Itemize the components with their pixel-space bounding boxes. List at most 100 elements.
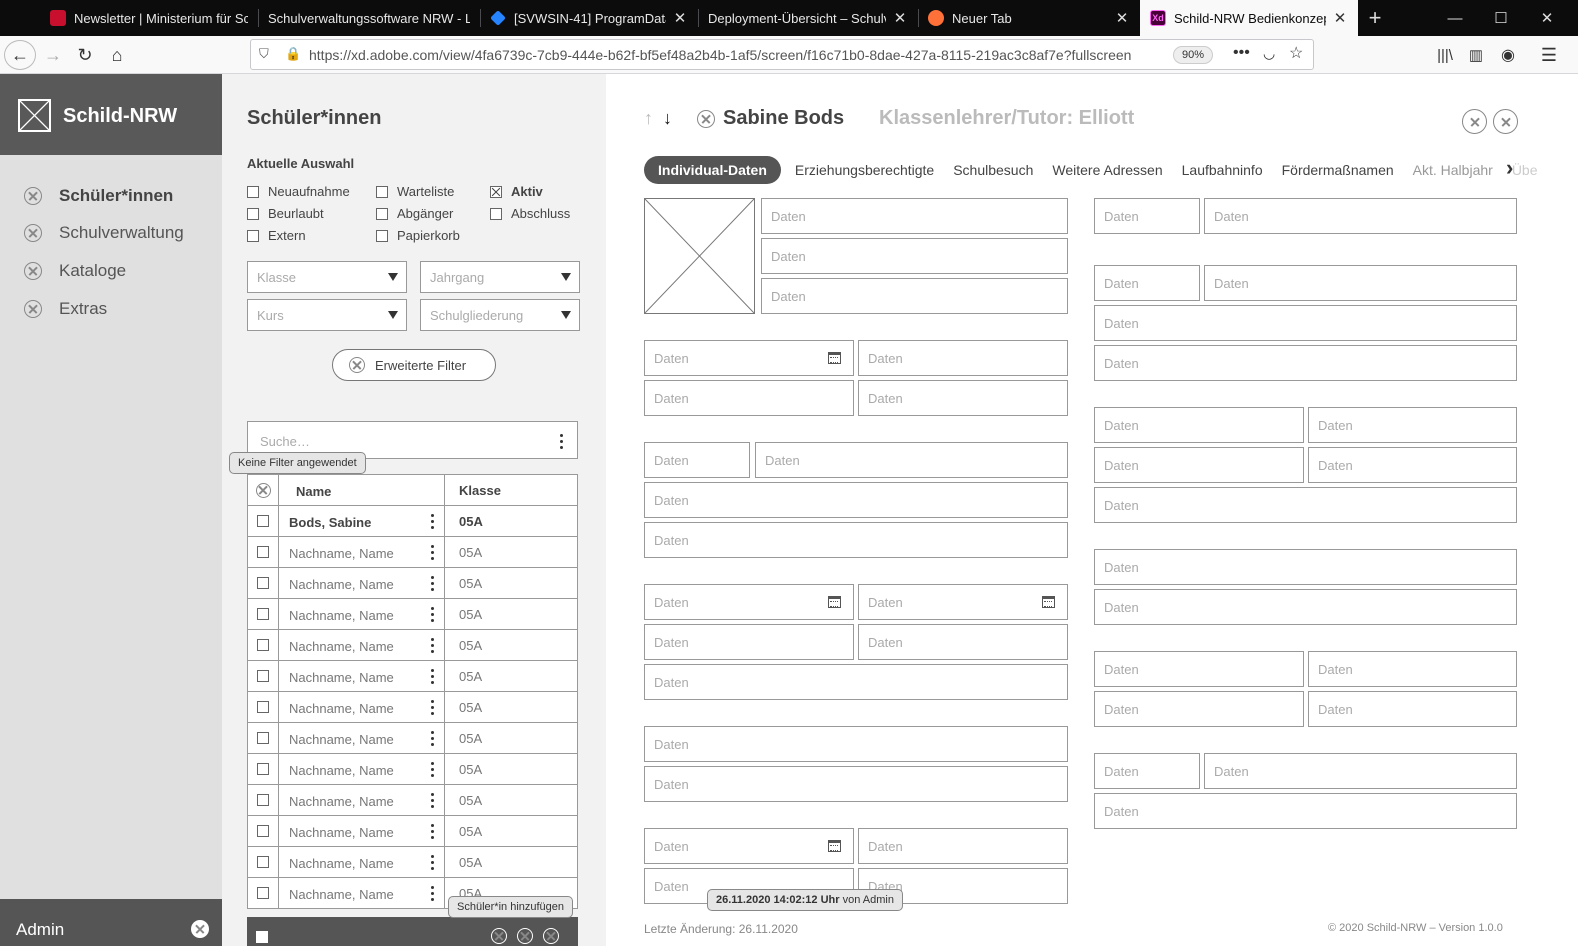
browser-tab[interactable]: [SVWSIN-41] ProgramData kor ✕ <box>480 0 698 36</box>
data-field[interactable]: Daten <box>644 380 854 416</box>
data-field[interactable]: Daten <box>1094 549 1517 585</box>
table-row[interactable]: Nachname, Name 05A <box>247 847 578 878</box>
data-field[interactable]: Daten <box>858 624 1068 660</box>
table-row[interactable]: Bods, Sabine 05A <box>247 506 578 537</box>
date-field[interactable]: Daten <box>644 584 854 620</box>
data-field[interactable]: Daten <box>644 766 1068 802</box>
data-field[interactable]: Daten <box>1308 691 1517 727</box>
data-field[interactable]: Daten <box>1094 793 1517 829</box>
checkbox[interactable] <box>376 207 388 220</box>
forward-button[interactable]: → <box>38 40 68 70</box>
user-bar[interactable]: Admin <box>0 899 222 946</box>
row-checkbox[interactable] <box>257 639 269 651</box>
data-field[interactable]: Daten <box>1308 407 1517 443</box>
library-icon[interactable]: |||\ <box>1430 40 1460 70</box>
data-field[interactable]: Daten <box>644 726 1068 762</box>
date-field[interactable]: Daten <box>644 340 854 376</box>
data-field[interactable]: Daten <box>858 828 1068 864</box>
user-action-icon[interactable] <box>191 920 209 938</box>
jahrgang-select[interactable]: Jahrgang <box>420 261 580 293</box>
table-row[interactable]: Nachname, Name 05A <box>247 692 578 723</box>
lock-icon[interactable]: 🔒 <box>285 46 301 62</box>
tab-schulbesuch[interactable]: Schulbesuch <box>953 162 1033 178</box>
row-checkbox[interactable] <box>257 701 269 713</box>
row-menu-icon[interactable] <box>431 700 435 715</box>
more-options-icon[interactable] <box>560 434 564 449</box>
row-menu-icon[interactable] <box>431 638 435 653</box>
row-checkbox[interactable] <box>257 732 269 744</box>
bookmark-star-icon[interactable]: ☆ <box>1289 43 1303 63</box>
data-field[interactable]: Daten <box>761 198 1068 234</box>
checkbox[interactable] <box>490 207 502 220</box>
shield-icon[interactable]: ⛉ <box>259 46 269 62</box>
pocket-icon[interactable]: ◡ <box>1263 45 1275 62</box>
close-tab-icon[interactable]: ✕ <box>672 9 688 27</box>
advanced-filter-button[interactable]: Erweiterte Filter <box>332 349 496 381</box>
browser-tab[interactable]: Schulverwaltungssoftware NRW - L <box>258 0 480 36</box>
checkbox-checked[interactable] <box>490 185 502 198</box>
sidebar-item-extras[interactable]: Extras <box>24 297 107 321</box>
account-icon[interactable]: ◉ <box>1493 40 1523 70</box>
data-field[interactable]: Daten <box>1094 753 1200 789</box>
zoom-level[interactable]: 90% <box>1173 46 1213 64</box>
filter-neuaufnahme[interactable]: Neuaufnahme <box>247 184 350 199</box>
action-icon[interactable] <box>543 928 559 944</box>
row-checkbox[interactable] <box>257 608 269 620</box>
data-field[interactable]: Daten <box>644 522 1068 558</box>
filter-beurlaubt[interactable]: Beurlaubt <box>247 206 324 221</box>
placeholder-icon[interactable] <box>255 482 271 498</box>
kurs-select[interactable]: Kurs <box>247 299 407 331</box>
table-row[interactable]: Nachname, Name 05A <box>247 785 578 816</box>
data-field[interactable]: Daten <box>1094 407 1304 443</box>
row-menu-icon[interactable] <box>431 731 435 746</box>
browser-tab-active[interactable]: Xd Schild-NRW Bedienkonzept ✕ <box>1140 0 1358 36</box>
data-field[interactable]: Daten <box>1308 651 1517 687</box>
sidebar-item-schulverwaltung[interactable]: Schulverwaltung <box>24 221 184 245</box>
tab-weitere-adressen[interactable]: Weitere Adressen <box>1052 162 1162 178</box>
data-field[interactable]: Daten <box>1094 305 1517 341</box>
select-all-checkbox[interactable] <box>256 931 268 943</box>
data-field[interactable]: Daten <box>858 380 1068 416</box>
close-icon[interactable] <box>1493 109 1518 134</box>
table-row[interactable]: Nachname, Name 05A <box>247 630 578 661</box>
checkbox[interactable] <box>247 229 259 242</box>
row-menu-icon[interactable] <box>431 514 435 529</box>
date-field[interactable]: Daten <box>858 584 1068 620</box>
browser-tab[interactable]: Neuer Tab ✕ <box>918 0 1140 36</box>
data-field[interactable]: Daten <box>644 624 854 660</box>
data-field[interactable]: Daten <box>1094 198 1200 234</box>
tab-laufbahninfo[interactable]: Laufbahninfo <box>1182 162 1263 178</box>
data-field[interactable]: Daten <box>1094 651 1304 687</box>
row-menu-icon[interactable] <box>431 669 435 684</box>
table-row[interactable]: Nachname, Name 05A <box>247 537 578 568</box>
data-field[interactable]: Daten <box>755 442 1068 478</box>
row-checkbox[interactable] <box>257 515 269 527</box>
checkbox[interactable] <box>376 229 388 242</box>
column-header-klasse[interactable]: Klasse <box>444 475 579 505</box>
checkbox[interactable] <box>247 185 259 198</box>
table-row[interactable]: Nachname, Name 05A <box>247 723 578 754</box>
date-field[interactable]: Daten <box>644 828 854 864</box>
data-field[interactable]: Daten <box>1204 753 1517 789</box>
row-menu-icon[interactable] <box>431 607 435 622</box>
home-icon[interactable]: ⌂ <box>102 40 132 70</box>
chevron-right-icon[interactable]: › <box>1506 155 1513 181</box>
checkbox[interactable] <box>247 207 259 220</box>
action-icon[interactable] <box>1462 109 1487 134</box>
filter-abgaenger[interactable]: Abgänger <box>376 206 453 221</box>
data-field[interactable]: Daten <box>761 238 1068 274</box>
row-checkbox[interactable] <box>257 856 269 868</box>
sidebar-toggle-icon[interactable]: ▥ <box>1461 40 1491 70</box>
data-field[interactable]: Daten <box>1094 589 1517 625</box>
row-menu-icon[interactable] <box>431 762 435 777</box>
row-menu-icon[interactable] <box>431 886 435 901</box>
tab-foerdermassnahmen[interactable]: Fördermaßnamen <box>1282 162 1394 178</box>
filter-extern[interactable]: Extern <box>247 228 306 243</box>
table-row[interactable]: Nachname, Name 05A <box>247 661 578 692</box>
table-row[interactable]: Nachname, Name 05A <box>247 816 578 847</box>
row-checkbox[interactable] <box>257 887 269 899</box>
sidebar-item-kataloge[interactable]: Kataloge <box>24 259 126 283</box>
row-menu-icon[interactable] <box>431 824 435 839</box>
action-icon[interactable] <box>491 928 507 944</box>
url-bar[interactable]: ⛉ 🔒 https://xd.adobe.com/view/4fa6739c-7… <box>250 39 1314 70</box>
